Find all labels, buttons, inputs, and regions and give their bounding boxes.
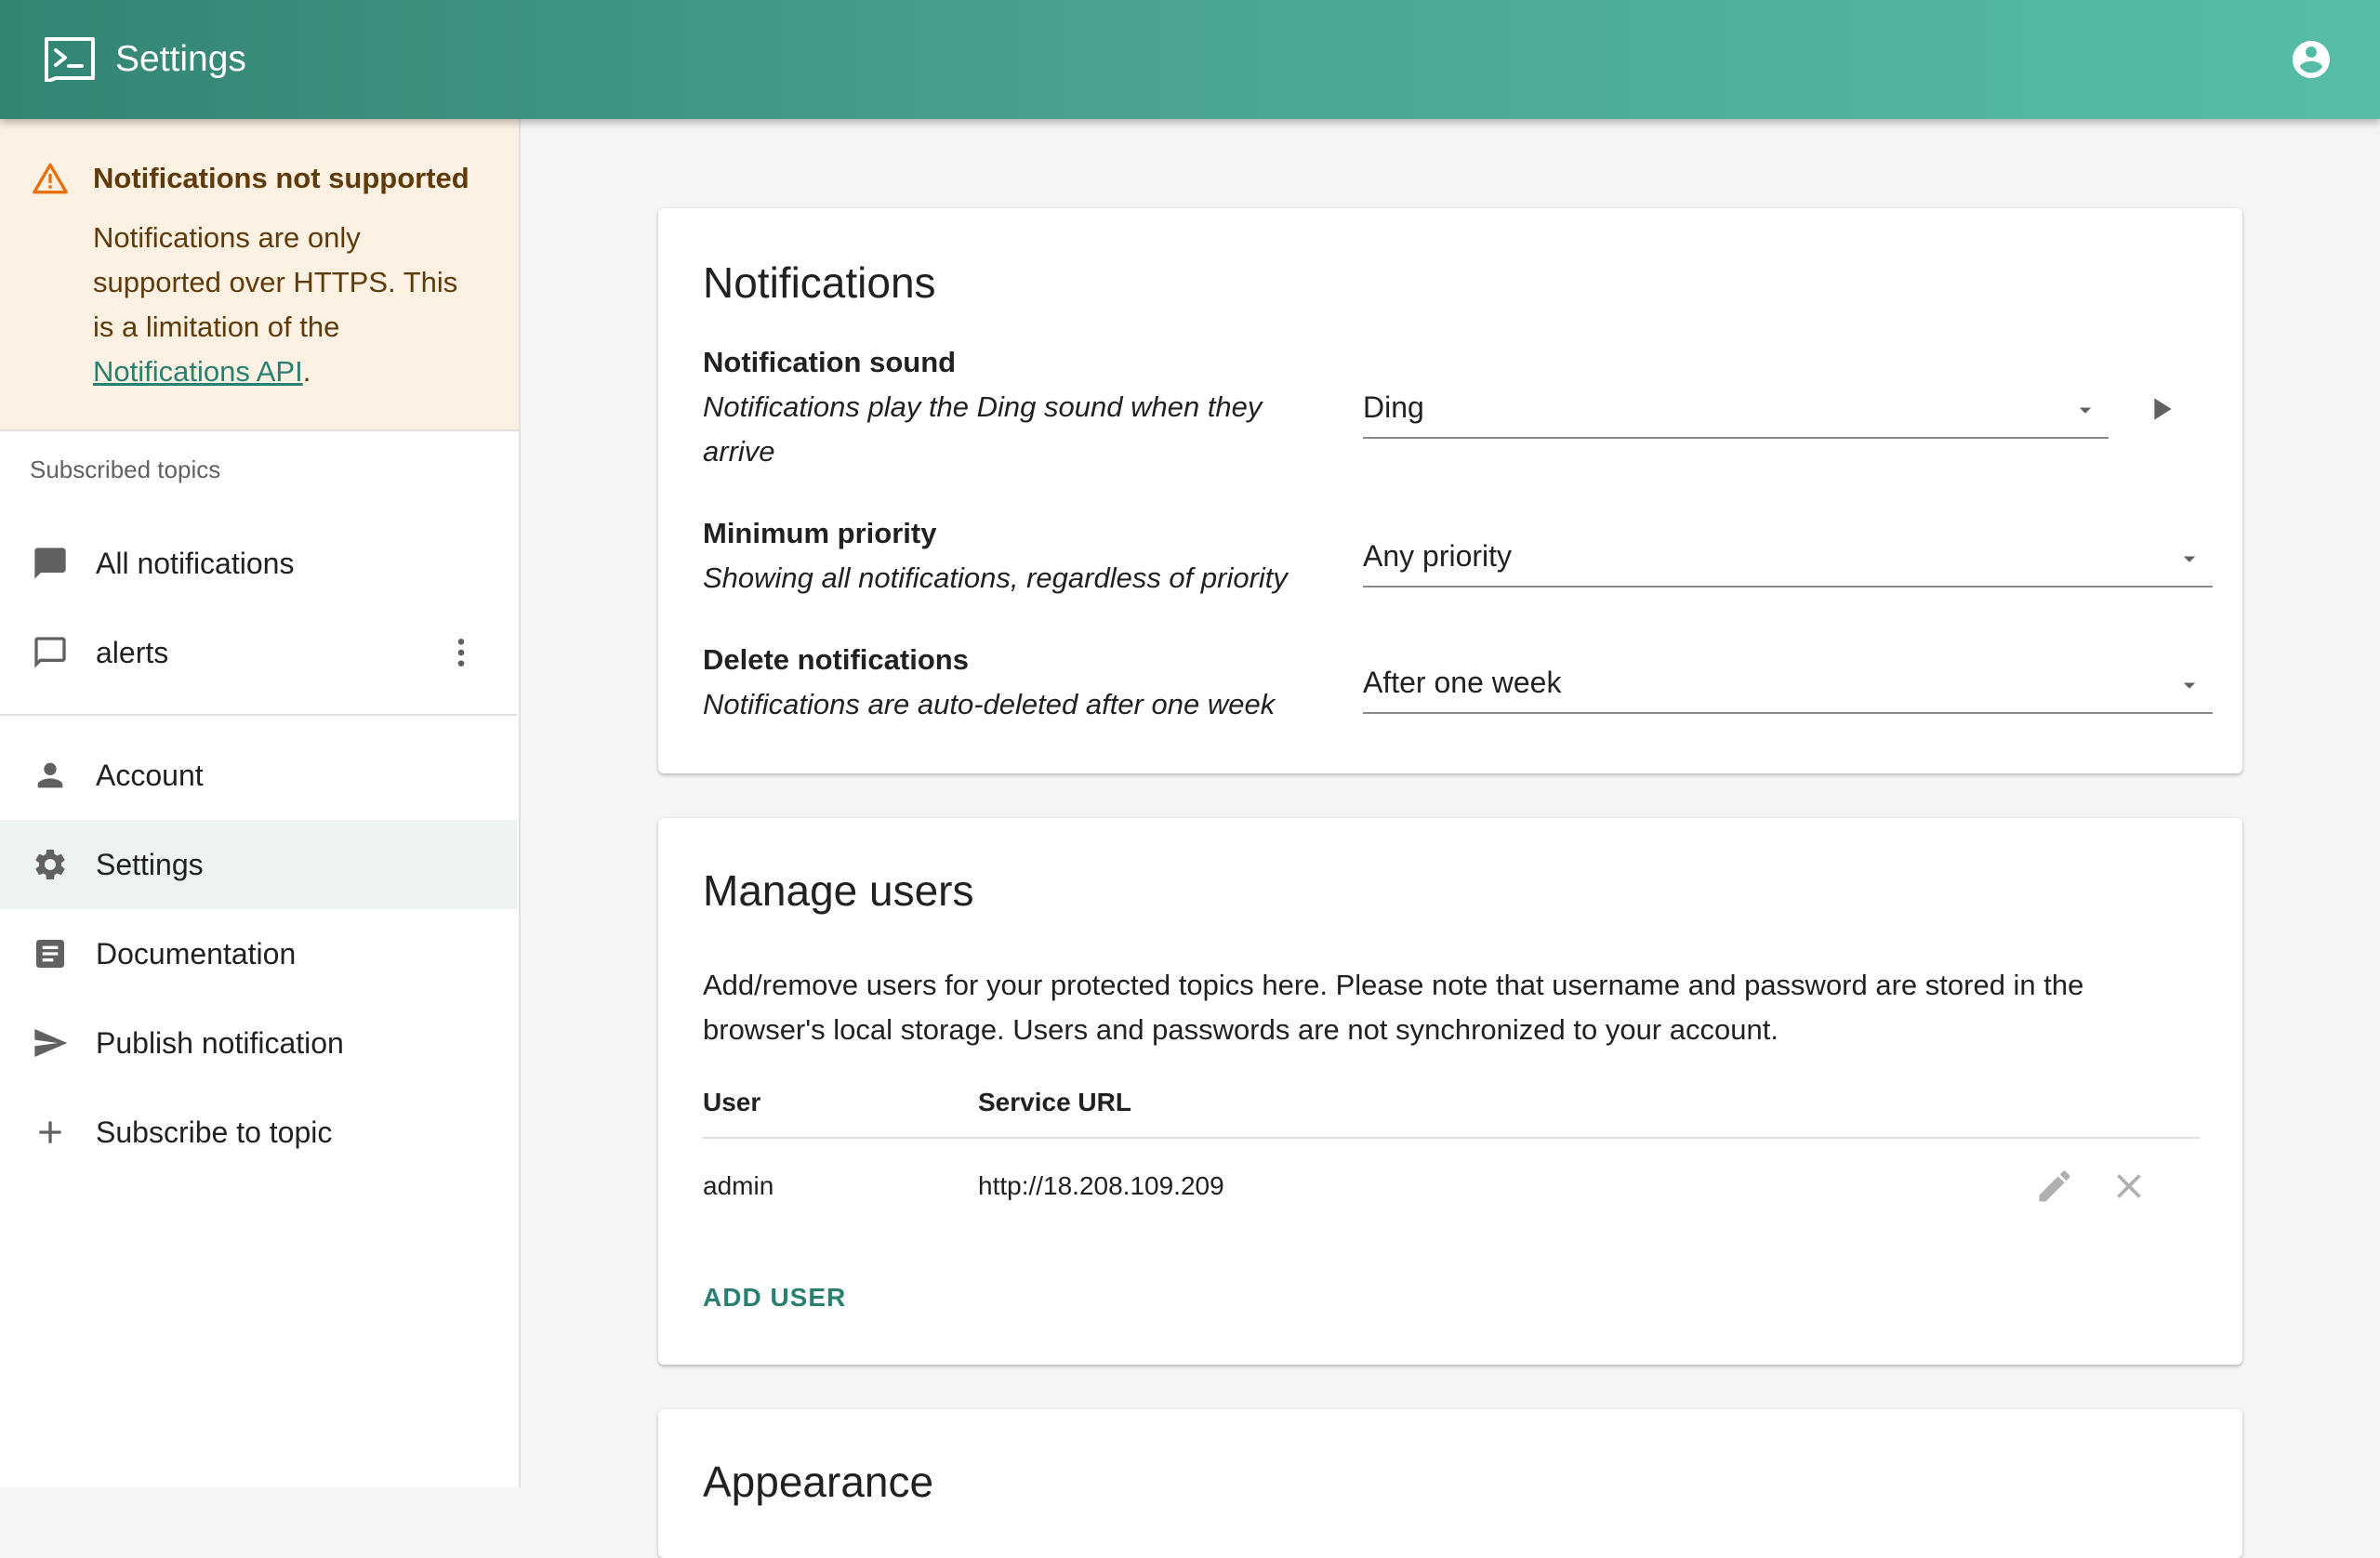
card-title: Appearance <box>703 1458 934 1506</box>
manage-users-description: Add/remove users for your protected topi… <box>703 969 2084 1046</box>
add-user-button[interactable]: ADD USER <box>703 1281 846 1314</box>
page-title: Settings <box>115 39 246 79</box>
setting-title: Delete notifications <box>703 643 969 676</box>
sidebar-item-account[interactable]: Account <box>0 731 517 820</box>
sidebar-item-publish-notification[interactable]: Publish notification <box>0 998 517 1088</box>
service-url-cell: http://18.208.109.209 <box>978 1171 1224 1200</box>
delete-notifications-select[interactable]: After one week <box>1363 656 2213 714</box>
select-value: Ding <box>1363 390 1424 424</box>
sidebar: Notifications not supported Notification… <box>0 119 521 1487</box>
subscribed-topics-header: Subscribed topics <box>30 456 221 483</box>
manage-users-card: Manage users Add/remove users for your p… <box>658 818 2242 1365</box>
account-circle-icon[interactable] <box>2289 37 2334 82</box>
sidebar-item-label: Documentation <box>96 937 297 970</box>
plus-icon <box>39 1121 61 1143</box>
sidebar-item-label: alerts <box>96 636 169 669</box>
notifications-warning-alert: Notifications not supported Notification… <box>0 119 519 431</box>
sidebar-item-label: Publish notification <box>96 1026 344 1060</box>
setting-description: Showing all notifications, regardless of… <box>703 561 1288 594</box>
sidebar-divider <box>0 714 517 716</box>
sidebar-item-label: Settings <box>96 848 204 881</box>
gear-icon <box>35 850 65 879</box>
more-vert-icon[interactable] <box>443 634 480 671</box>
notification-sound-select[interactable]: Ding <box>1363 381 2109 439</box>
dropdown-arrow-icon <box>2183 556 2196 562</box>
select-value: After one week <box>1363 666 1562 699</box>
alert-body: Notifications are only supported over HT… <box>93 216 483 394</box>
card-title: Manage users <box>703 866 974 915</box>
sidebar-item-label: Account <box>96 759 204 792</box>
dropdown-arrow-icon <box>2079 407 2092 414</box>
sidebar-item-all-notifications[interactable]: All notifications <box>0 519 517 608</box>
article-icon <box>36 940 64 968</box>
alert-title: Notifications not supported <box>93 162 469 194</box>
card-title: Notifications <box>703 258 936 307</box>
select-value: Any priority <box>1363 539 1513 573</box>
setting-description: Notifications play the Ding sound when t… <box>703 390 1263 468</box>
user-cell: admin <box>703 1171 774 1200</box>
appearance-card: Appearance <box>658 1409 2242 1558</box>
person-icon <box>37 762 63 788</box>
warning-icon <box>33 163 68 194</box>
notifications-card: Notifications Notification sound Notific… <box>658 208 2242 773</box>
sidebar-item-subscribe-to-topic[interactable]: Subscribe to topic <box>0 1088 517 1177</box>
setting-title: Notification sound <box>703 346 957 378</box>
sidebar-item-alerts[interactable]: alerts <box>0 608 517 697</box>
setting-title: Minimum priority <box>703 517 937 549</box>
column-header-user: User <box>703 1088 761 1116</box>
alert-body-text: Notifications are only supported over HT… <box>93 221 458 343</box>
setting-description: Notifications are auto-deleted after one… <box>703 688 1276 720</box>
send-icon <box>34 1029 68 1057</box>
column-header-service-url: Service URL <box>978 1088 1131 1116</box>
chat-filled-icon <box>34 548 66 579</box>
minimum-priority-select[interactable]: Any priority <box>1363 530 2213 588</box>
play-sound-icon[interactable] <box>2142 390 2179 428</box>
table-divider <box>703 1137 2200 1139</box>
edit-pencil-icon[interactable] <box>2034 1166 2075 1207</box>
sidebar-item-label: Subscribe to topic <box>96 1116 333 1149</box>
alert-body-suffix: . <box>302 355 311 388</box>
dropdown-arrow-icon <box>2183 682 2196 689</box>
app-bar: Settings <box>0 0 2380 119</box>
close-icon[interactable] <box>2109 1166 2149 1207</box>
chat-outline-icon <box>34 637 66 668</box>
terminal-logo-icon <box>45 37 95 82</box>
sidebar-item-documentation[interactable]: Documentation <box>0 909 517 998</box>
sidebar-item-settings[interactable]: Settings <box>0 820 517 909</box>
notifications-api-link[interactable]: Notifications API <box>93 355 303 388</box>
sidebar-item-label: All notifications <box>96 547 295 580</box>
